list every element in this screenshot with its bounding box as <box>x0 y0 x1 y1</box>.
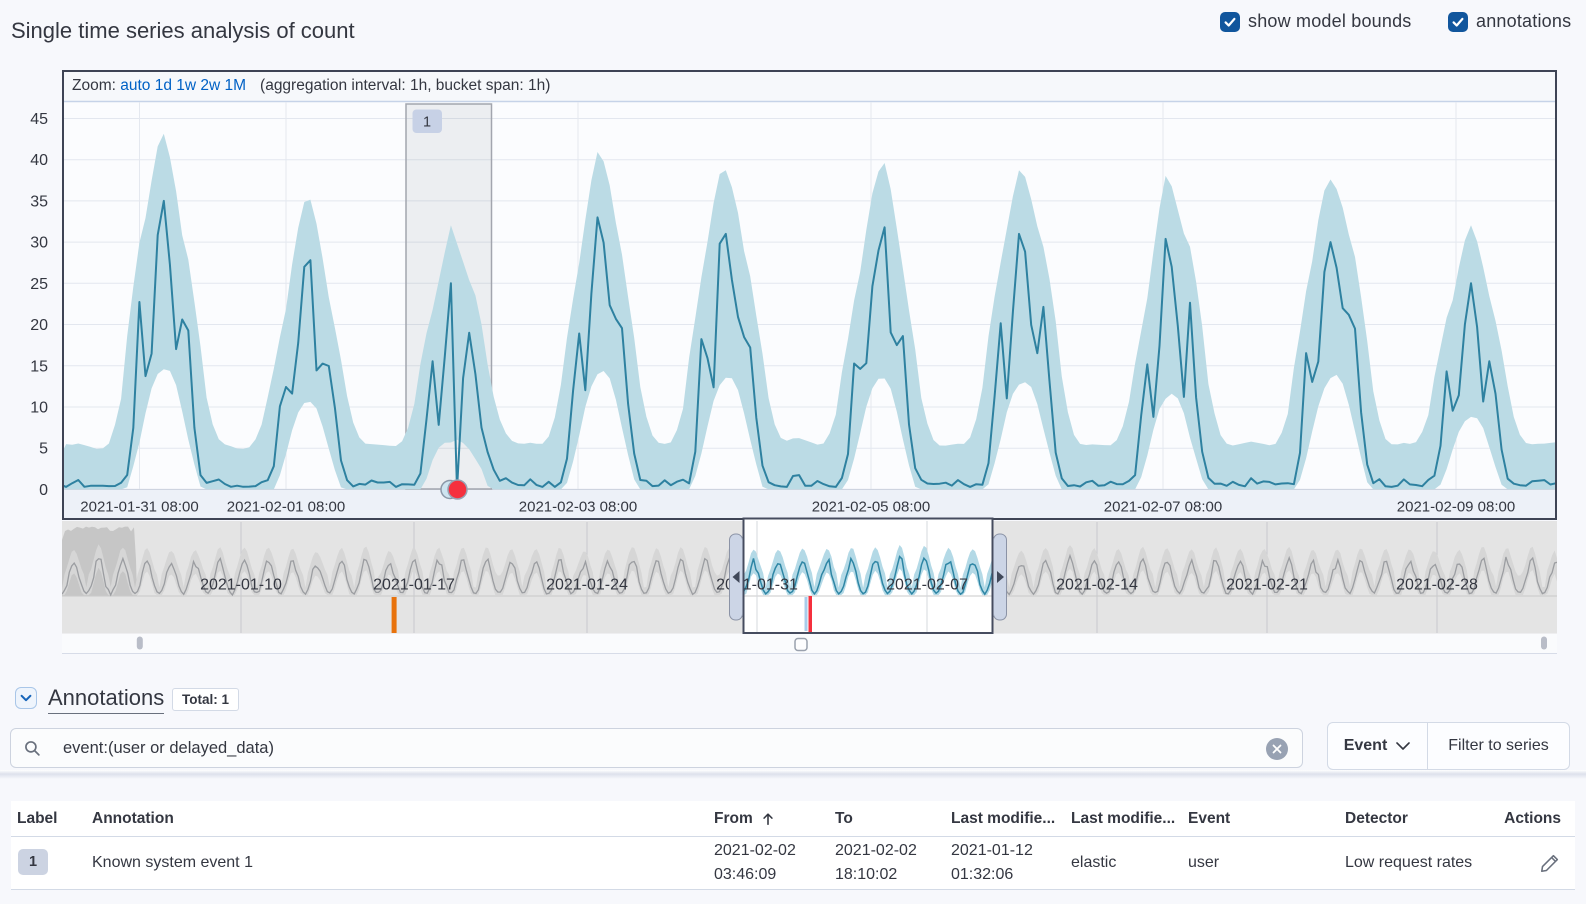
svg-text:5: 5 <box>39 441 48 458</box>
svg-text:2021-02-05 08:00: 2021-02-05 08:00 <box>812 499 930 516</box>
svg-text:2021-02-14: 2021-02-14 <box>1056 577 1138 594</box>
svg-text:25: 25 <box>30 276 48 293</box>
svg-text:2021-01-10: 2021-01-10 <box>200 577 282 594</box>
svg-text:35: 35 <box>30 193 48 210</box>
svg-text:2021-01-17: 2021-01-17 <box>373 577 455 594</box>
svg-text:20: 20 <box>30 317 48 334</box>
svg-text:45: 45 <box>30 111 48 128</box>
svg-text:2021-02-01 08:00: 2021-02-01 08:00 <box>227 499 345 516</box>
svg-text:2021-02-28: 2021-02-28 <box>1396 577 1478 594</box>
svg-text:2021-01-24: 2021-01-24 <box>546 577 628 594</box>
svg-text:2021-02-09 08:00: 2021-02-09 08:00 <box>1397 499 1515 516</box>
svg-text:10: 10 <box>30 400 48 417</box>
svg-text:2021-01-31 08:00: 2021-01-31 08:00 <box>80 499 198 516</box>
svg-text:2021-02-07 08:00: 2021-02-07 08:00 <box>1104 499 1222 516</box>
svg-text:1: 1 <box>423 115 431 131</box>
svg-text:30: 30 <box>30 235 48 252</box>
svg-text:2021-02-03 08:00: 2021-02-03 08:00 <box>519 499 637 516</box>
svg-text:2021-02-07: 2021-02-07 <box>886 577 968 594</box>
svg-text:15: 15 <box>30 358 48 375</box>
svg-text:2021-01-31: 2021-01-31 <box>716 577 798 594</box>
svg-text:0: 0 <box>39 482 48 499</box>
svg-text:40: 40 <box>30 152 48 169</box>
svg-text:2021-02-21: 2021-02-21 <box>1226 577 1308 594</box>
